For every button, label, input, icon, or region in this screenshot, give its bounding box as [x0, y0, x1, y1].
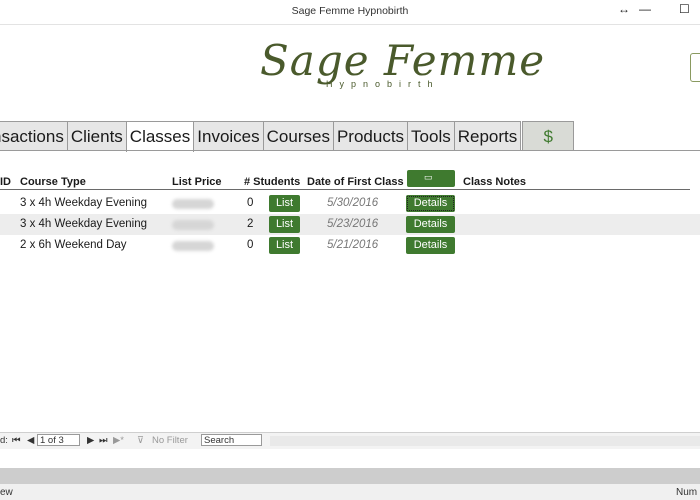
num-lock-indicator: Num — [676, 487, 698, 498]
course-type-cell: 3 x 4h Weekday Evening — [20, 218, 148, 230]
minimize-button[interactable]: — — [639, 2, 651, 16]
tab-transactions[interactable]: nsactions — [0, 121, 68, 151]
table-row[interactable]: 3 x 4h Weekday Evening 2 List 5/23/2016 … — [0, 214, 700, 235]
column-header-course-type: Course Type — [20, 176, 86, 188]
column-header-class-notes: Class Notes — [463, 176, 526, 188]
column-header-students: # Students — [244, 176, 301, 188]
horizontal-scrollbar[interactable] — [270, 436, 700, 446]
tab-reports[interactable]: Reports — [453, 121, 522, 151]
search-input[interactable]: Search — [201, 434, 262, 446]
last-record-icon[interactable]: ⏭ — [99, 435, 108, 446]
brand-logo: Sage Femme Hypnobirth — [250, 36, 544, 96]
header-divider — [0, 189, 690, 190]
list-students-button[interactable]: List — [269, 195, 300, 212]
status-view-label: ew — [0, 487, 13, 498]
restore-icon[interactable]: ↔ — [618, 2, 630, 16]
list-price-cell-redacted — [172, 220, 214, 230]
class-details-button[interactable]: Details — [406, 216, 455, 233]
window-title: Sage Femme Hypnobirth — [291, 5, 409, 17]
list-price-cell-redacted — [172, 241, 214, 251]
students-count-cell: 0 — [247, 197, 254, 209]
header-side-button[interactable] — [690, 53, 700, 82]
next-record-icon[interactable]: ▶ — [87, 435, 94, 446]
tab-classes[interactable]: Classes — [125, 121, 195, 152]
add-class-button[interactable]: ▭ — [407, 170, 455, 187]
tab-products[interactable]: Products — [332, 121, 409, 151]
previous-record-icon[interactable]: ◀ — [27, 435, 34, 446]
tab-courses[interactable]: Courses — [262, 121, 334, 151]
new-record-icon[interactable]: ▶* — [113, 435, 124, 446]
class-details-button[interactable]: Details — [406, 195, 455, 212]
tab-divider — [0, 150, 700, 151]
main-tabs: nsactions Clients Classes Invoices Cours… — [0, 121, 575, 152]
list-students-button[interactable]: List — [269, 237, 300, 254]
first-class-date-cell: 5/23/2016 — [327, 218, 379, 230]
filter-status[interactable]: No Filter — [152, 435, 188, 446]
tab-tools[interactable]: Tools — [407, 121, 455, 151]
no-filter-icon[interactable]: ⊽ — [137, 435, 144, 446]
table-row[interactable]: 3 x 4h Weekday Evening 0 List 5/30/2016 … — [0, 193, 700, 214]
course-type-cell: 3 x 4h Weekday Evening — [20, 197, 148, 209]
record-label: d: — [0, 435, 8, 446]
tab-invoices[interactable]: Invoices — [193, 121, 264, 151]
students-count-cell: 2 — [247, 218, 254, 230]
add-record-icon: ▭ — [424, 172, 433, 182]
class-details-button[interactable]: Details — [406, 237, 455, 254]
column-header-list-price: List Price — [172, 176, 222, 188]
tab-payments[interactable]: $ — [522, 121, 575, 151]
column-header-first-class-date: Date of First Class — [307, 176, 404, 188]
table-row[interactable]: 2 x 6h Weekend Day 0 List 5/21/2016 Deta… — [0, 235, 700, 256]
first-record-icon[interactable]: ⏮ — [12, 435, 21, 446]
logo-main-text: Sage Femme — [260, 36, 546, 85]
first-class-date-cell: 5/30/2016 — [327, 197, 379, 209]
tab-clients[interactable]: Clients — [66, 121, 127, 151]
column-header-id: ID — [0, 176, 11, 188]
record-number-input[interactable]: 1 of 3 — [37, 434, 80, 446]
status-bar: ew Num — [0, 484, 700, 500]
students-count-cell: 0 — [247, 239, 254, 251]
title-bar: Sage Femme Hypnobirth ↔ — ☐ — [0, 0, 700, 25]
maximize-button[interactable]: ☐ — [679, 2, 690, 16]
list-price-cell-redacted — [172, 199, 214, 209]
footer-band — [0, 468, 700, 484]
logo-sub-text: Hypnobirth — [326, 79, 440, 89]
course-type-cell: 2 x 6h Weekend Day — [20, 239, 127, 251]
list-students-button[interactable]: List — [269, 216, 300, 233]
first-class-date-cell: 5/21/2016 — [327, 239, 379, 251]
